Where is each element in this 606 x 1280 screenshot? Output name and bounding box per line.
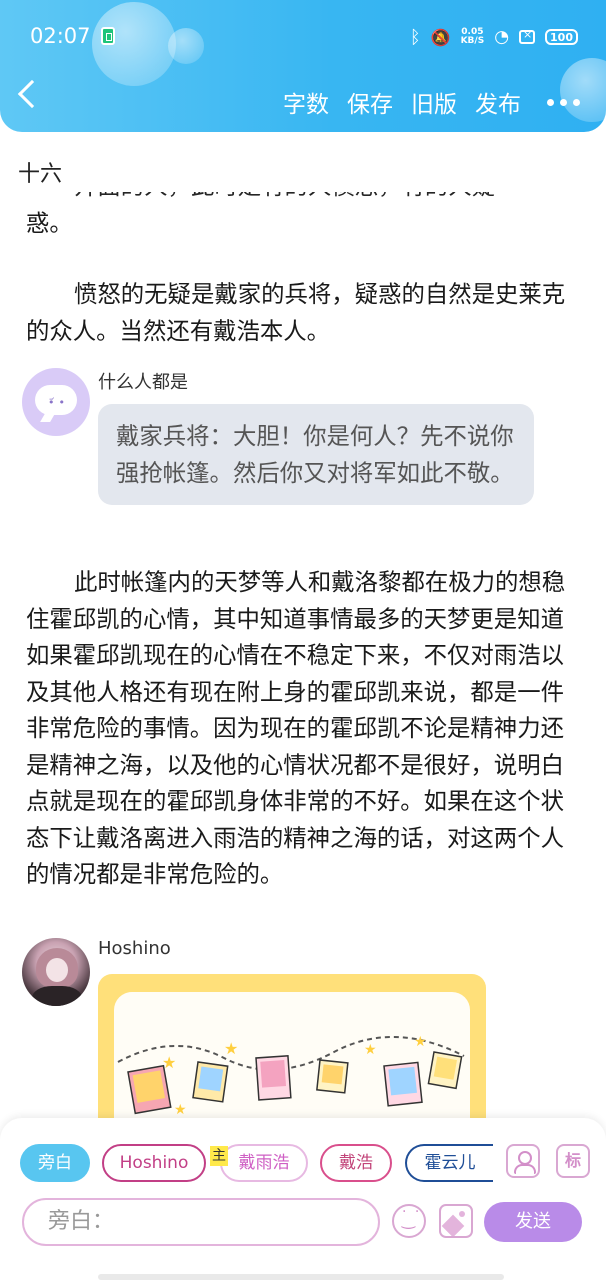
svg-text:★: ★ <box>414 1034 427 1050</box>
paragraph-tail: 惑。 <box>26 208 73 237</box>
old-version-button[interactable]: 旧版 <box>411 85 457 119</box>
svg-text:★: ★ <box>162 1053 176 1072</box>
send-button[interactable]: 发送 <box>484 1202 582 1242</box>
sim-icon <box>519 28 536 44</box>
speaker-name: Hoshino <box>98 938 171 959</box>
toolbar: 字数 保存 旧版 发布 <box>283 84 606 120</box>
paragraph: 此时帐篷内的天梦等人和戴洛黎都在极力的想稳住霍邱凯的心情，其中知道事情最多的天梦… <box>26 564 566 893</box>
illustration-image: ★ ★ ★ ★ ★ <box>114 992 470 1118</box>
word-count-button[interactable]: 字数 <box>283 85 329 119</box>
partial-line: 开面的人，此时是有的人愤怒，有的人疑 <box>26 192 566 205</box>
emoji-icon[interactable] <box>392 1204 426 1238</box>
paragraph: 愤怒的无疑是戴家的兵将，疑惑的自然是史莱克的众人。当然还有戴浩本人。 <box>26 276 566 349</box>
battery-icon: 100 <box>545 29 578 45</box>
speech-bubble: 戴家兵将：大胆！你是何人？先不说你强抢帐篷。然后你又对将军如此不敬。 <box>98 404 534 505</box>
chip-hoshino[interactable]: Hoshino <box>102 1144 206 1182</box>
speaker-name: 什么人都是 <box>98 372 188 393</box>
message-input[interactable]: 旁白： <box>22 1198 380 1246</box>
publish-button[interactable]: 发布 <box>475 85 521 119</box>
decor-bubble <box>168 28 204 64</box>
hoshino-avatar <box>22 938 90 1006</box>
more-icon[interactable] <box>547 98 580 106</box>
image-message[interactable]: ★ ★ ★ ★ ★ <box>98 974 486 1118</box>
bell-off-icon: 🔕 <box>430 27 451 47</box>
paragraph: 开面的人，此时是有的人愤怒，有的人疑惑。 <box>26 192 566 241</box>
composer-panel: 旁白 Hoshino 戴雨浩 主 戴浩 霍云儿 标 旁白： 发送 <box>0 1118 606 1280</box>
status-time: 02:07 <box>30 24 91 48</box>
app-header: 02:07 ᛒ 🔕 0.05 KB/S ◔ 100 字数 保存 旧版 发布 <box>0 0 606 132</box>
chip-narrator[interactable]: 旁白 <box>20 1144 90 1182</box>
bluetooth-icon: ᛒ <box>409 26 421 48</box>
image-icon[interactable] <box>439 1204 473 1238</box>
svg-text:★: ★ <box>364 1042 377 1058</box>
net-speed-unit: KB/S <box>460 36 485 46</box>
paragraph-text: 愤怒的无疑是戴家的兵将，疑惑的自然是史莱克的众人。当然还有戴浩本人。 <box>26 280 566 345</box>
chat-avatar-icon: •᷄• <box>22 368 90 436</box>
chip-dai-hao[interactable]: 戴浩 <box>320 1144 392 1182</box>
tag-button[interactable]: 标 <box>556 1144 590 1178</box>
chapter-title: 十六 <box>18 162 63 187</box>
status-icons: ᛒ 🔕 0.05 KB/S ◔ 100 <box>410 24 578 50</box>
net-speed: 0.05 KB/S <box>461 28 485 46</box>
story-content[interactable]: 开面的人，此时是有的人愤怒，有的人疑惑。 愤怒的无疑是戴家的兵将，疑惑的自然是史… <box>0 192 606 1118</box>
chip-dai-yuhao[interactable]: 戴雨浩 <box>220 1144 308 1182</box>
wifi-icon: ◔ <box>494 27 510 47</box>
back-icon[interactable] <box>17 79 47 109</box>
svg-text:★: ★ <box>174 1102 187 1118</box>
svg-text:★: ★ <box>224 1039 238 1058</box>
photo-string-illustration: ★ ★ ★ ★ ★ <box>117 1034 465 1118</box>
save-button[interactable]: 保存 <box>347 85 393 119</box>
main-character-badge: 主 <box>210 1146 228 1166</box>
battery-saver-icon <box>101 27 115 45</box>
paragraph-text: 此时帐篷内的天梦等人和戴洛黎都在极力的想稳住霍邱凯的心情，其中知道事情最多的天梦… <box>26 568 566 888</box>
scroll-indicator <box>98 1274 504 1280</box>
chip-huo-yuner[interactable]: 霍云儿 <box>405 1144 493 1182</box>
person-icon[interactable] <box>506 1144 540 1178</box>
